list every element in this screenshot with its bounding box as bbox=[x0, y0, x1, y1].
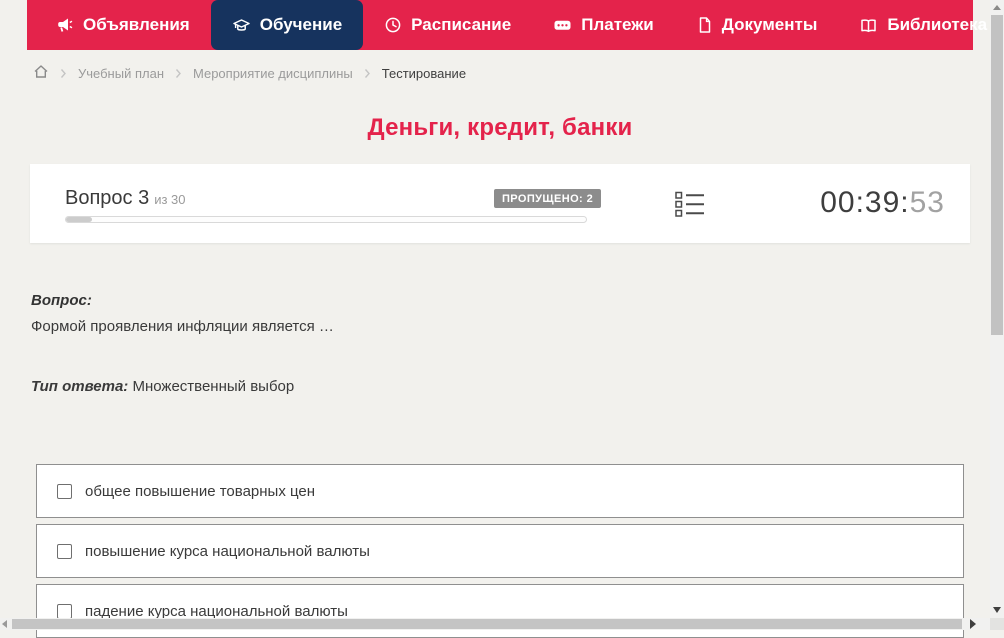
breadcrumb-separator-icon bbox=[175, 68, 182, 79]
horizontal-scrollbar[interactable] bbox=[0, 618, 990, 630]
answer-type-label: Тип ответа: bbox=[31, 378, 129, 395]
progress-fill bbox=[66, 217, 92, 222]
question-number: Вопрос 3 из 30 bbox=[65, 187, 186, 209]
main-navbar: Объявления Обучение Расписание Платежи Д… bbox=[27, 0, 1004, 50]
vertical-scrollbar-thumb[interactable] bbox=[991, 15, 1003, 335]
checkbox-option-2[interactable] bbox=[57, 543, 72, 559]
nav-item-documents[interactable]: Документы bbox=[675, 0, 839, 50]
answer-option-1[interactable]: общее повышение товарных цен bbox=[36, 464, 964, 518]
library-icon bbox=[859, 17, 878, 34]
question-list-icon bbox=[675, 191, 705, 222]
answer-option-2[interactable]: повышение курса национальной валюты bbox=[36, 524, 964, 578]
nav-item-label: Объявления bbox=[83, 15, 190, 34]
cash-icon bbox=[553, 16, 572, 34]
scroll-left-arrow[interactable] bbox=[2, 620, 7, 628]
nav-item-label: Платежи bbox=[581, 15, 654, 34]
timer: 00:39:53 bbox=[820, 186, 945, 220]
nav-item-library[interactable]: Библиотека bbox=[838, 0, 1004, 50]
scroll-down-arrow[interactable] bbox=[993, 607, 1001, 613]
breadcrumb-separator-icon bbox=[364, 68, 371, 79]
scroll-right-arrow[interactable] bbox=[970, 619, 976, 629]
question-header-panel: Вопрос 3 из 30 ПРОПУЩЕНО: 2 00:39:53 bbox=[30, 164, 970, 243]
breadcrumb-separator-icon bbox=[60, 68, 67, 79]
checkbox-option-3[interactable] bbox=[57, 603, 72, 619]
answer-type-value: Множественный выбор bbox=[132, 378, 295, 395]
question-text: Формой проявления инфляции является … bbox=[31, 318, 334, 335]
graduation-cap-icon bbox=[232, 17, 251, 34]
question-label: Вопрос: bbox=[31, 292, 92, 309]
nav-item-schedule[interactable]: Расписание bbox=[363, 0, 532, 50]
nav-item-label: Обучение bbox=[259, 15, 343, 34]
breadcrumb-curriculum[interactable]: Учебный план bbox=[78, 66, 164, 81]
vertical-scrollbar[interactable] bbox=[990, 0, 1004, 618]
page-title: Деньги, кредит, банки bbox=[367, 114, 633, 141]
nav-item-announcements[interactable]: Объявления bbox=[35, 0, 211, 50]
scroll-up-arrow[interactable] bbox=[993, 5, 1001, 10]
option-label: повышение курса национальной валюты bbox=[85, 542, 370, 560]
skipped-badge: ПРОПУЩЕНО: 2 bbox=[494, 189, 602, 208]
nav-item-label: Документы bbox=[721, 15, 818, 34]
checkbox-option-1[interactable] bbox=[57, 483, 72, 499]
answer-type: Тип ответа: Множественный выбор bbox=[31, 378, 294, 395]
option-label: падение курса национальной валюты bbox=[85, 602, 348, 620]
home-icon[interactable] bbox=[33, 64, 49, 82]
question-total: из 30 bbox=[154, 192, 186, 207]
timer-hours-minutes: 00:39: bbox=[820, 186, 910, 219]
breadcrumb-testing: Тестирование bbox=[381, 65, 467, 81]
clock-icon bbox=[384, 16, 402, 34]
nav-item-learning[interactable]: Обучение bbox=[210, 0, 364, 50]
timer-seconds: 53 bbox=[909, 186, 945, 219]
nav-item-label: Библиотека bbox=[887, 15, 988, 34]
scrollbar-corner bbox=[990, 618, 1004, 630]
document-icon bbox=[696, 16, 713, 34]
question-list-button[interactable] bbox=[675, 191, 705, 223]
breadcrumb-discipline-event[interactable]: Мероприятие дисциплины bbox=[193, 66, 353, 81]
breadcrumb: Учебный план Мероприятие дисциплины Тест… bbox=[33, 62, 466, 84]
nav-item-payments[interactable]: Платежи bbox=[532, 0, 675, 50]
option-label: общее повышение товарных цен bbox=[85, 482, 316, 500]
megaphone-icon bbox=[56, 17, 74, 34]
progress-bar bbox=[65, 216, 587, 223]
horizontal-scrollbar-thumb[interactable] bbox=[12, 619, 962, 629]
nav-item-label: Расписание bbox=[411, 15, 512, 34]
